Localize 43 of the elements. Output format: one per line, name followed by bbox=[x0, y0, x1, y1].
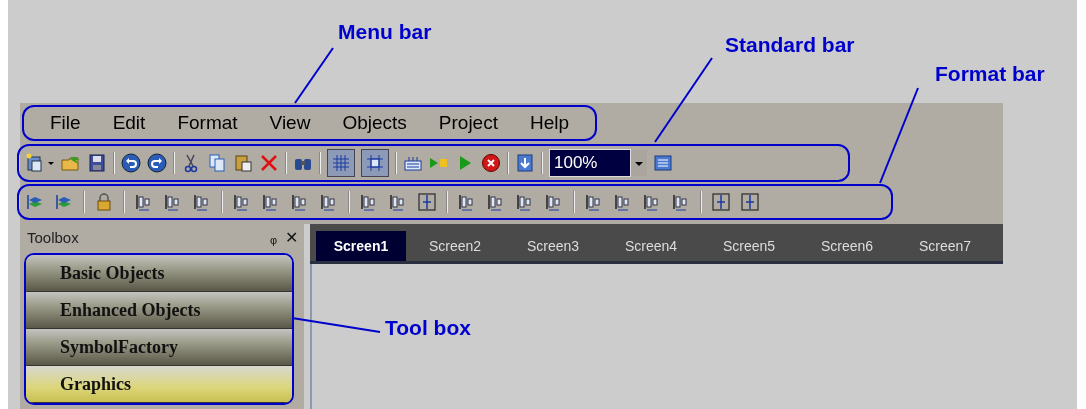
window-icon[interactable] bbox=[653, 152, 673, 173]
lock-icon[interactable] bbox=[94, 191, 114, 212]
snap-to-grid-icon[interactable] bbox=[361, 148, 389, 177]
pin-button[interactable]: ᵩ bbox=[269, 228, 277, 247]
zoom-field[interactable]: 100% bbox=[549, 148, 631, 177]
menu-item[interactable]: Edit bbox=[100, 112, 158, 134]
screen-tab[interactable]: Screen5 bbox=[700, 231, 798, 261]
toolbox-category[interactable]: Enhanced Objects bbox=[26, 292, 292, 329]
screen-tab[interactable]: Screen7 bbox=[896, 231, 994, 261]
menu-item[interactable]: Objects bbox=[330, 112, 419, 134]
panel-title: Toolbox bbox=[27, 229, 80, 246]
copy-icon[interactable] bbox=[207, 152, 227, 173]
download-icon[interactable] bbox=[515, 152, 535, 173]
paste-icon[interactable] bbox=[233, 152, 253, 173]
redo-icon[interactable] bbox=[147, 152, 167, 173]
center-horizontal-icon[interactable] bbox=[740, 191, 760, 212]
screen-tab[interactable]: Screen2 bbox=[406, 231, 504, 261]
dropdown-button[interactable] bbox=[631, 149, 647, 176]
screen-tab[interactable]: Screen1 bbox=[316, 231, 406, 261]
menu-item[interactable]: Format bbox=[165, 112, 250, 134]
callout-label: Standard bar bbox=[725, 33, 855, 57]
toolbox-category[interactable]: Graphics bbox=[26, 366, 292, 403]
new-screen-icon[interactable] bbox=[25, 152, 45, 173]
center-icon[interactable] bbox=[417, 191, 437, 212]
grid-icon[interactable] bbox=[327, 148, 355, 177]
close-button[interactable]: ✕ bbox=[285, 228, 298, 247]
screen-tab[interactable]: Screen3 bbox=[504, 231, 602, 261]
callout-label: Menu bar bbox=[338, 20, 432, 44]
center-vertical-icon[interactable] bbox=[711, 191, 731, 212]
save-icon[interactable] bbox=[87, 152, 107, 173]
callout-label: Format bar bbox=[935, 62, 1045, 86]
menu-item[interactable]: File bbox=[38, 112, 93, 134]
callout-label: Tool box bbox=[385, 316, 471, 340]
menu-item[interactable]: Project bbox=[426, 112, 510, 134]
leader-line bbox=[294, 47, 334, 104]
screen-tab[interactable]: Screen6 bbox=[798, 231, 896, 261]
toolbox-category[interactable]: SymbolFactory bbox=[26, 329, 292, 366]
menu-item[interactable]: Help bbox=[517, 112, 582, 134]
stop-icon[interactable] bbox=[481, 152, 501, 173]
toolbox-category[interactable]: Basic Objects bbox=[26, 255, 292, 292]
screen-tab[interactable]: Screen4 bbox=[602, 231, 700, 261]
undo-icon[interactable] bbox=[121, 152, 141, 173]
menu-item[interactable]: View bbox=[257, 112, 323, 134]
